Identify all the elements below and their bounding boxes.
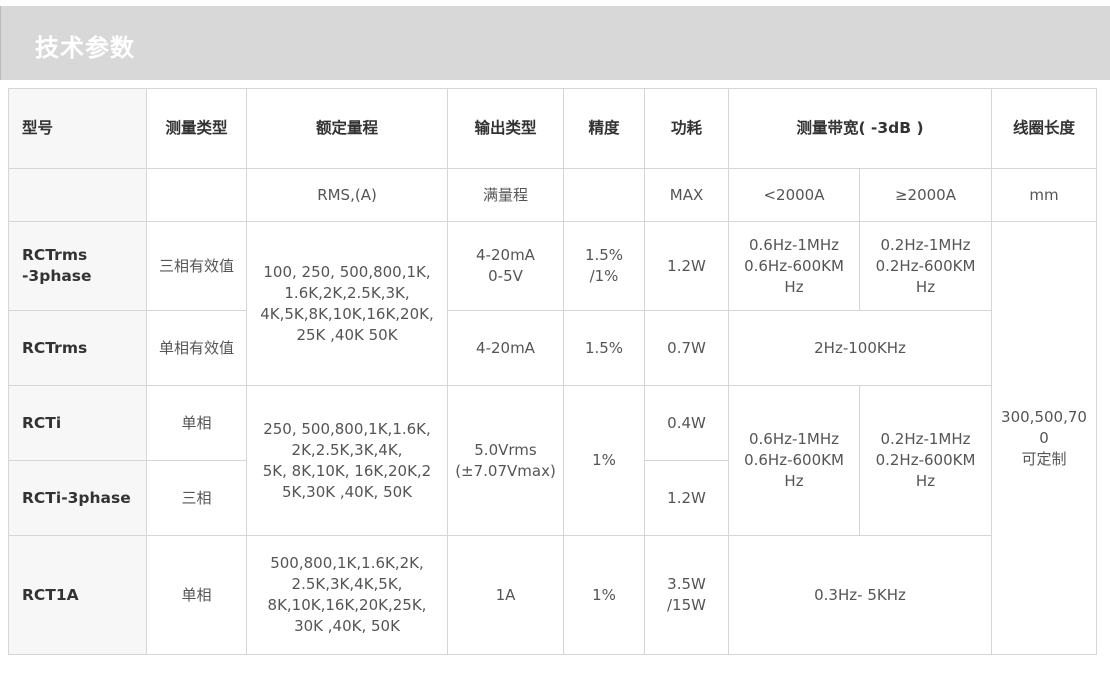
header-model: 型号	[8, 88, 147, 169]
coil-line: 可定制	[1021, 449, 1067, 468]
units-model	[8, 168, 147, 222]
table-row: RCTrms -3phase 三相有效值 100, 250, 500,800,1…	[8, 221, 1097, 655]
model-line: -3phase	[22, 267, 92, 285]
range-line: 30K ,40K, 50K	[294, 617, 400, 635]
accuracy: 1.5% /1%	[563, 221, 645, 311]
bw-line: 0.6Hz-600KM	[744, 451, 844, 469]
bw-line: Hz	[915, 472, 936, 490]
coil-line: 0	[1039, 428, 1049, 447]
bandwidth: 0.3Hz- 5KHz	[728, 535, 992, 655]
accuracy-line: /1%	[589, 267, 619, 285]
range-line: 100, 250, 500,800,1K,	[263, 262, 431, 281]
header-range: 额定量程	[246, 88, 448, 169]
bw-low: 0.6Hz-1MHz 0.6Hz-600KM Hz	[728, 385, 860, 536]
meas-type: 单相	[146, 385, 247, 461]
range-rctrms: 100, 250, 500,800,1K, 1.6K,2K,2.5K,3K, 4…	[246, 221, 448, 386]
power: 0.7W	[644, 310, 729, 386]
range-line: 5K,30K ,40K, 50K	[282, 482, 412, 501]
header-coil: 线圈长度	[991, 88, 1097, 169]
units-range: RMS,(A)	[246, 168, 448, 222]
accuracy: 1%	[563, 535, 645, 655]
model-rcti: RCTi	[8, 385, 147, 461]
table-row: RCT1A 单相 500,800,1K,1.6K,2K, 2.5K,3K,4K,…	[8, 535, 1097, 655]
model-line: RCTrms	[22, 246, 88, 264]
meas-type: 三相	[146, 460, 247, 536]
power: 0.4W	[644, 385, 729, 461]
header-meas-type: 测量类型	[146, 88, 247, 169]
output-line: 4-20mA	[476, 246, 535, 264]
range-line: 2K,2.5K,3K,4K,	[291, 440, 403, 459]
bw-line: 0.2Hz-1MHz	[880, 235, 971, 254]
output-type: 4-20mA 0-5V	[447, 221, 564, 311]
bw-line: 0.6Hz-1MHz	[748, 430, 840, 448]
units-accuracy	[563, 168, 645, 222]
output-line: 5.0Vrms	[474, 440, 537, 459]
range-rct1a: 500,800,1K,1.6K,2K, 2.5K,3K,4K,5K, 8K,10…	[246, 535, 448, 655]
range-line: 25K ,40K 50K	[296, 325, 398, 344]
bw-line: 0.2Hz-600KM	[875, 451, 976, 469]
accuracy: 1.5%	[563, 310, 645, 386]
range-line: 4K,5K,8K,10K,16K,20K,	[260, 304, 434, 323]
model-rctrms: RCTrms	[8, 310, 147, 386]
power: 3.5W /15W	[644, 535, 729, 655]
bw-line: Hz	[784, 472, 804, 490]
bw-line: 0.2Hz-600KM	[875, 256, 976, 275]
table-row: RCTrms 单相有效值 4-20mA 1.5% 0.7W 2Hz-100KHz	[8, 310, 1097, 386]
range-line: 500,800,1K,1.6K,2K,	[270, 554, 424, 572]
model-rcti-3phase: RCTi-3phase	[8, 460, 147, 536]
units-coil: mm	[991, 168, 1097, 222]
bw-line: Hz	[915, 277, 936, 296]
header-accuracy: 精度	[563, 88, 645, 169]
bw-line: 0.6Hz-1MHz	[748, 235, 840, 254]
power-line: 3.5W	[667, 575, 706, 593]
header-bandwidth: 测量带宽( -3dB )	[728, 88, 992, 169]
accuracy-line: 1.5%	[584, 246, 624, 264]
bw-low: 0.6Hz-1MHz 0.6Hz-600KM Hz	[728, 221, 860, 311]
range-line: 5K, 8K,10K, 16K,20K,2	[262, 461, 432, 480]
meas-type: 单相有效值	[146, 310, 247, 386]
section-title-bar: 技术参数	[0, 6, 1110, 80]
bw-line: 0.6Hz-600KM	[744, 256, 844, 275]
range-line: 2.5K,3K,4K,5K,	[291, 575, 403, 593]
model-rctrms-3phase: RCTrms -3phase	[8, 221, 147, 311]
bw-high: 0.2Hz-1MHz 0.2Hz-600KM Hz	[859, 385, 992, 536]
range-line: 8K,10K,16K,20K,25K,	[267, 596, 427, 614]
units-bw-low: <2000A	[728, 168, 860, 222]
units-bw-high: ≥2000A	[859, 168, 992, 222]
spec-table: 型号 测量类型 额定量程 输出类型 精度 功耗 测量带宽( -3dB ) 线圈长…	[8, 88, 1097, 655]
section-title: 技术参数	[35, 34, 135, 62]
power: 1.2W	[644, 221, 729, 311]
units-output: 满量程	[447, 168, 564, 222]
table-header-row: 型号 测量类型 额定量程 输出类型 精度 功耗 测量带宽( -3dB ) 线圈长…	[8, 88, 1097, 169]
meas-type: 单相	[146, 535, 247, 655]
output-type: 5.0Vrms (±7.07Vmax)	[447, 385, 564, 536]
coil-length: 300,500,70 0 可定制	[991, 221, 1097, 655]
header-power: 功耗	[644, 88, 729, 169]
power: 1.2W	[644, 460, 729, 536]
units-type	[146, 168, 247, 222]
range-line: 1.6K,2K,2.5K,3K,	[284, 283, 410, 302]
header-output: 输出类型	[447, 88, 564, 169]
power-line: /15W	[667, 596, 706, 614]
range-line: 250, 500,800,1K,1.6K,	[263, 419, 431, 438]
output-type: 1A	[447, 535, 564, 655]
table-row: RCTi 单相 250, 500,800,1K,1.6K, 2K,2.5K,3K…	[8, 385, 1097, 536]
bw-line: Hz	[784, 277, 804, 296]
meas-type: 三相有效值	[146, 221, 247, 311]
range-rcti: 250, 500,800,1K,1.6K, 2K,2.5K,3K,4K, 5K,…	[246, 385, 448, 536]
coil-line: 300,500,70	[1001, 407, 1087, 426]
bandwidth: 2Hz-100KHz	[728, 310, 992, 386]
output-line: (±7.07Vmax)	[455, 461, 556, 480]
output-line: 0-5V	[488, 267, 523, 285]
units-power: MAX	[644, 168, 729, 222]
bw-high: 0.2Hz-1MHz 0.2Hz-600KM Hz	[859, 221, 992, 311]
model-rct1a: RCT1A	[8, 535, 147, 655]
bw-line: 0.2Hz-1MHz	[880, 430, 971, 448]
accuracy: 1%	[563, 385, 645, 536]
output-type: 4-20mA	[447, 310, 564, 386]
units-row: RMS,(A) 满量程 MAX <2000A ≥2000A mm	[8, 168, 1097, 222]
